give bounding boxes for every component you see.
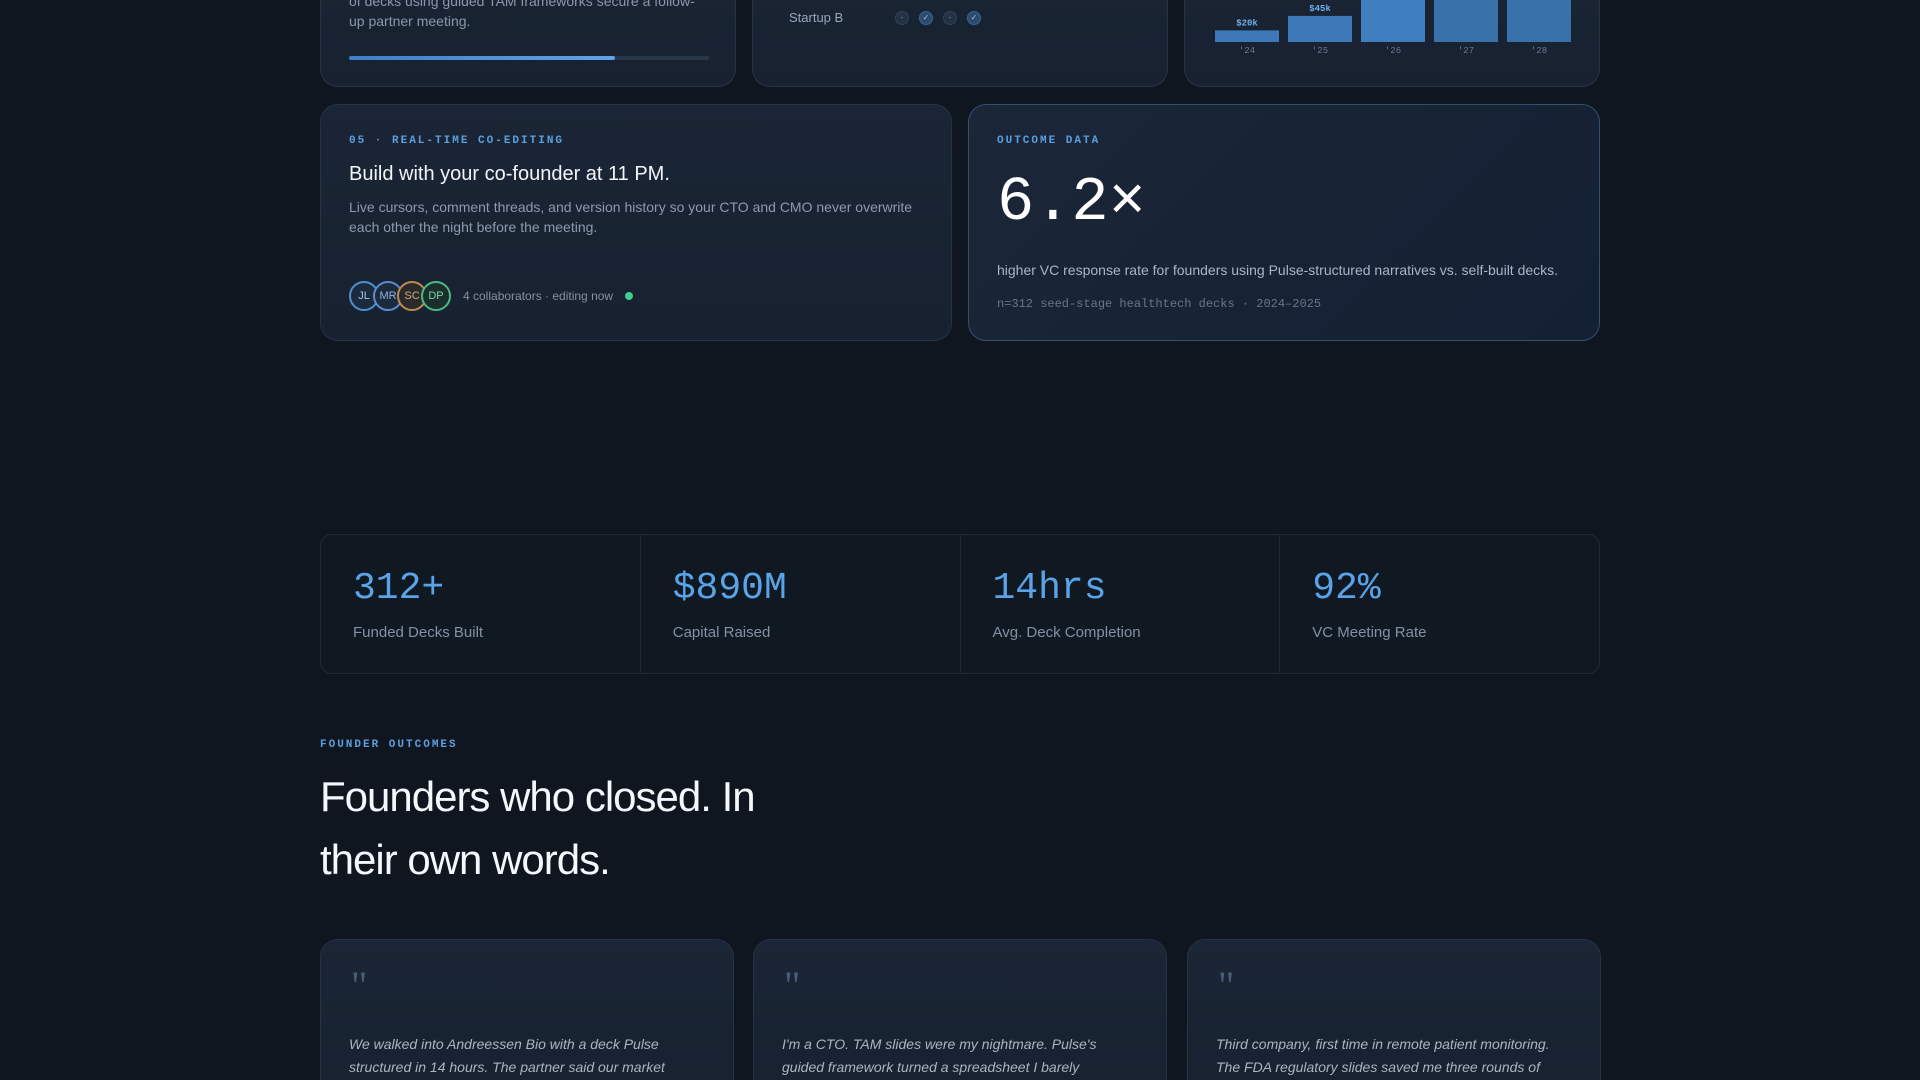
quote-icon: " [351,963,368,1008]
live-indicator-icon [625,292,634,300]
revenue-bar-chart: $20k'24$45k'25$90k'26'27'28 [1215,0,1571,56]
stat-label: Capital Raised [672,624,771,641]
stat-item: $890M Capital Raised [641,535,961,673]
stat-item: 92% VC Meeting Rate [1280,535,1599,673]
stat-item: 14hrs Avg. Deck Completion [961,535,1281,673]
tam-progress-bar [349,56,709,60]
testimonial-card: " I'm a CTO. TAM slides were my nightmar… [753,939,1167,1080]
coedit-description: Live cursors, comment threads, and versi… [349,199,913,235]
check-dot: · [943,10,957,25]
testimonial-text: We walked into Andreessen Bio with a dec… [349,1036,665,1075]
revenue-bar [1288,15,1352,42]
tam-progress-fill [349,56,616,60]
coediting-feature-card: 05 · REAL-TIME CO-EDITING Build with you… [320,104,952,341]
startup-b-label: Startup B [789,10,844,25]
bar-value-label: $20k [1236,18,1258,28]
stat-value: 92% [1312,567,1381,610]
coedit-title: Build with your co-founder at 11 PM. [349,163,670,185]
avatar[interactable]: DP [421,281,451,311]
tam-card-text: of decks using guided TAM frameworks sec… [349,0,695,29]
testimonial-text: Third company, first time in remote pati… [1216,1036,1550,1075]
stat-value: 14hrs [992,567,1107,610]
startup-b-row: Startup B · ✓ · ✓ [789,10,991,25]
collaborators-row: JL MR SC DP 4 collaborators · editing no… [349,281,634,311]
coedit-eyebrow: 05 · REAL-TIME CO-EDITING [349,135,565,147]
revenue-chart-card: $20k'24$45k'25$90k'26'27'28 [1184,0,1600,87]
stat-value: 312+ [353,567,445,610]
bar-category-label: '28 [1531,46,1547,56]
founders-eyebrow: FOUNDER OUTCOMES [320,739,458,751]
stat-value: $890M [672,567,787,610]
founders-heading: Founders who closed. In their own words. [320,773,756,883]
comparison-card: Startup B · ✓ · ✓ [752,0,1168,87]
check-dot: ✓ [919,10,933,25]
bar-category-label: '26 [1385,46,1401,56]
bar-category-label: '25 [1312,46,1328,56]
stat-label: Avg. Deck Completion [992,624,1141,641]
outcome-data-card: OUTCOME DATA 6.2× higher VC response rat… [968,104,1600,341]
quote-icon: " [784,963,801,1008]
revenue-bar [1507,0,1571,42]
check-dot: · [895,10,909,25]
outcome-stat: 6.2× [997,167,1146,238]
check-dot: ✓ [967,10,981,25]
stat-label: Funded Decks Built [353,624,484,641]
bar-category-label: '24 [1239,46,1255,56]
bar-value-label: $45k [1309,4,1331,14]
bar-category-label: '27 [1458,46,1474,56]
collaborators-status: 4 collaborators · editing now [463,289,614,303]
testimonial-card: " We walked into Andreessen Bio with a d… [320,939,734,1080]
tam-framework-card: of decks using guided TAM frameworks sec… [320,0,736,87]
outcome-description: higher VC response rate for founders usi… [997,262,1559,278]
stat-label: VC Meeting Rate [1312,624,1427,641]
stat-item: 312+ Funded Decks Built [321,535,641,673]
outcome-footnote: n=312 seed-stage healthtech decks · 2024… [997,297,1322,311]
outcome-eyebrow: OUTCOME DATA [997,135,1101,147]
revenue-bar [1434,0,1498,43]
revenue-bar [1215,30,1279,42]
quote-icon: " [1218,963,1235,1008]
stats-strip: 312+ Funded Decks Built $890M Capital Ra… [320,534,1600,674]
testimonial-text: I'm a CTO. TAM slides were my nightmare.… [782,1036,1097,1075]
testimonial-card: " Third company, first time in remote pa… [1187,939,1601,1080]
revenue-bar [1361,0,1425,42]
